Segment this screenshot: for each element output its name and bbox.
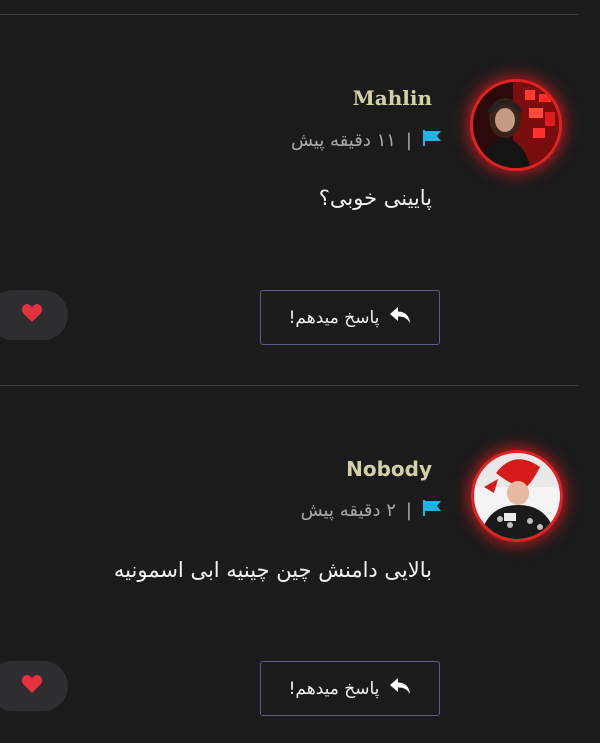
reply-button[interactable]: پاسخ میدهم! — [260, 661, 440, 716]
comment-meta: | ۱۱ دقیقه پیش — [291, 130, 442, 151]
meta-separator: | — [405, 130, 412, 151]
reply-button-label: پاسخ میدهم! — [288, 678, 380, 699]
username[interactable]: Nobody — [346, 457, 432, 481]
heart-icon — [13, 303, 43, 327]
comments-page: Mahlin | ۱۱ دقیقه پیش پایینی خوبی؟ پاسخ … — [0, 0, 600, 743]
avatar[interactable] — [474, 453, 560, 539]
flag-icon[interactable] — [422, 130, 442, 151]
heart-icon — [13, 674, 43, 698]
timestamp: ۱۱ دقیقه پیش — [290, 130, 396, 151]
comment-meta: | ۲ دقیقه پیش — [301, 500, 442, 521]
comment-text: پایینی خوبی؟ — [318, 186, 432, 210]
top-divider — [0, 14, 578, 15]
like-button[interactable] — [0, 661, 68, 711]
reply-button-label: پاسخ میدهم! — [288, 307, 380, 328]
reply-arrow-icon — [389, 306, 411, 329]
comment-divider — [0, 385, 578, 386]
meta-separator: | — [405, 500, 412, 521]
reply-button[interactable]: پاسخ میدهم! — [260, 290, 440, 345]
reply-arrow-icon — [389, 677, 411, 700]
avatar[interactable] — [473, 82, 559, 168]
username[interactable]: Mahlin — [353, 86, 432, 110]
comment-text: بالایی دامنش چین چینیه ابی اسمونیه — [113, 558, 432, 582]
flag-icon[interactable] — [422, 500, 442, 521]
timestamp: ۲ دقیقه پیش — [300, 500, 396, 521]
like-button[interactable] — [0, 290, 68, 340]
